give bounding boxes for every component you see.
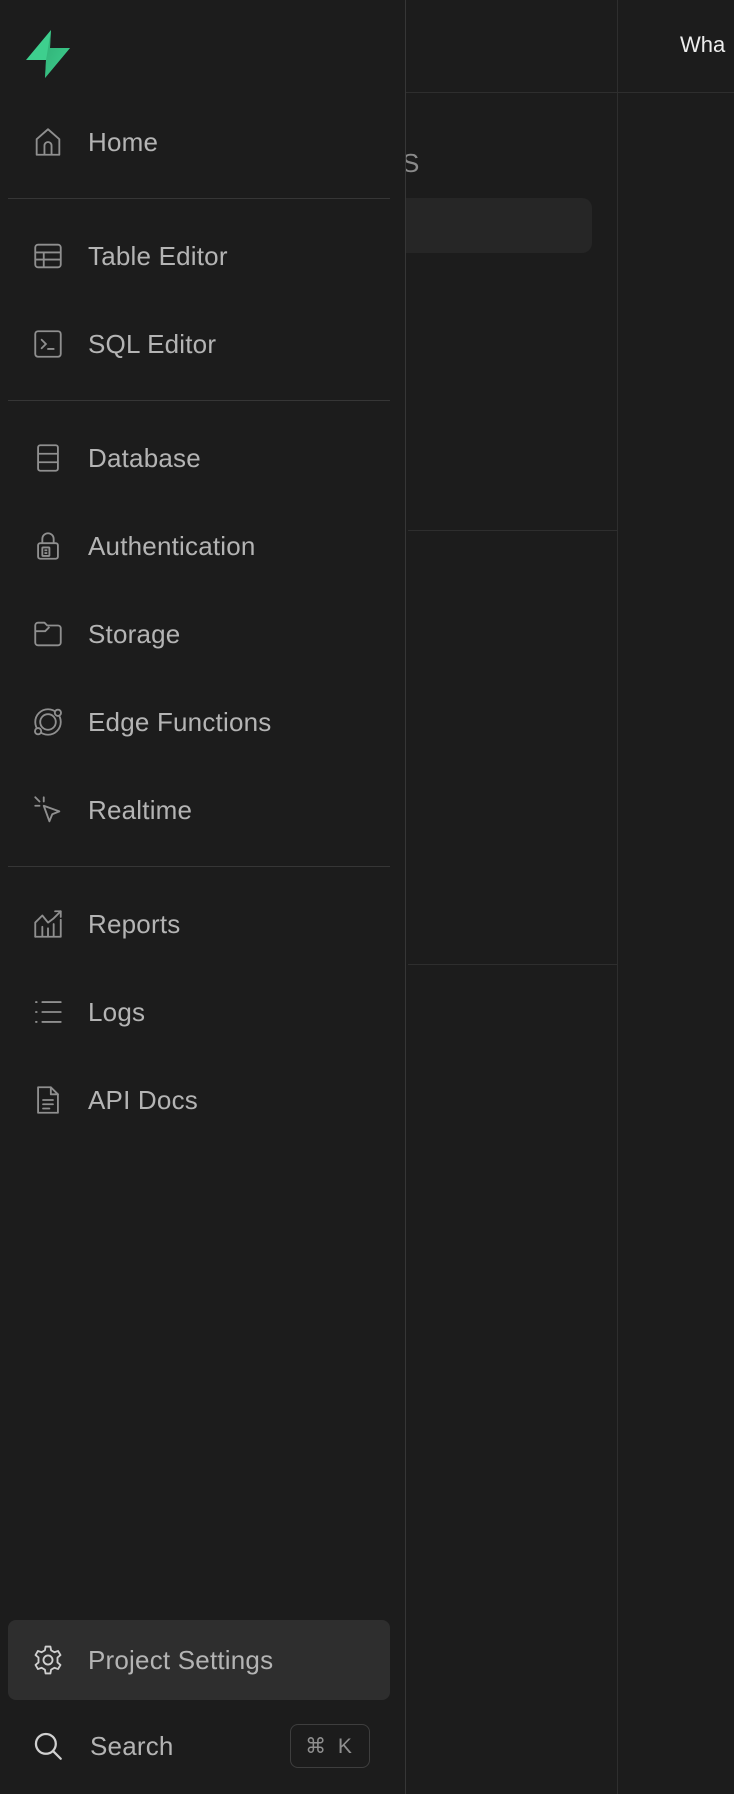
sidebar-item-authentication[interactable]: Authentication xyxy=(8,510,390,582)
sidebar-item-api-docs[interactable]: API Docs xyxy=(8,1064,390,1136)
sidebar-item-project-settings[interactable]: Project Settings xyxy=(8,1620,390,1700)
chart-icon xyxy=(30,906,66,942)
search-shortcut-badge: ⌘ K xyxy=(290,1724,370,1768)
sidebar-item-table-editor[interactable]: Table Editor xyxy=(8,220,390,292)
sidebar-item-label: Home xyxy=(88,126,159,157)
sidebar-item-storage[interactable]: Storage xyxy=(8,598,390,670)
sidebar-item-label: Realtime xyxy=(88,794,193,825)
sidebar-divider xyxy=(8,198,390,199)
lock-icon xyxy=(30,528,66,564)
background-divider xyxy=(617,0,618,1794)
sidebar-item-edge-functions[interactable]: Edge Functions xyxy=(8,686,390,758)
sidebar-item-database[interactable]: Database xyxy=(8,422,390,494)
sidebar-item-home[interactable]: Home xyxy=(8,106,390,178)
whats-new-text[interactable]: Wha xyxy=(680,32,725,58)
sidebar-item-label: API Docs xyxy=(88,1084,198,1115)
orbit-icon xyxy=(30,704,66,740)
sidebar-item-label: Storage xyxy=(88,618,181,649)
sidebar-item-label: Logs xyxy=(88,996,146,1027)
sidebar-item-label: SQL Editor xyxy=(88,328,217,359)
screen: Wha S Home Table Editor SQL Editor Datab… xyxy=(0,0,734,1794)
terminal-icon xyxy=(30,326,66,362)
sidebar-item-label: Reports xyxy=(88,908,181,939)
home-icon xyxy=(30,124,66,160)
table-icon xyxy=(30,238,66,274)
list-icon xyxy=(30,994,66,1030)
search-icon xyxy=(30,1728,66,1764)
sidebar-divider xyxy=(8,866,390,867)
background-section-divider xyxy=(408,530,618,531)
gear-icon xyxy=(30,1642,66,1678)
database-icon xyxy=(30,440,66,476)
sidebar-item-sql-editor[interactable]: SQL Editor xyxy=(8,308,390,380)
sidebar-item-label: Table Editor xyxy=(88,240,228,271)
sidebar-item-label: Authentication xyxy=(88,530,256,561)
supabase-logo-icon xyxy=(26,30,70,78)
supabase-logo[interactable] xyxy=(22,28,74,80)
sidebar-item-label: Edge Functions xyxy=(88,706,272,737)
pointer-icon xyxy=(30,792,66,828)
document-icon xyxy=(30,1082,66,1118)
background-input[interactable] xyxy=(380,198,592,253)
sidebar-item-reports[interactable]: Reports xyxy=(8,888,390,960)
sidebar: Home Table Editor SQL Editor Database Au… xyxy=(0,0,406,1794)
sidebar-item-label: Database xyxy=(88,442,201,473)
background-section-divider xyxy=(408,964,618,965)
sidebar-item-realtime[interactable]: Realtime xyxy=(8,774,390,846)
sidebar-item-label: Project Settings xyxy=(88,1644,274,1675)
search-label: Search xyxy=(90,1730,174,1761)
sidebar-item-logs[interactable]: Logs xyxy=(8,976,390,1048)
sidebar-divider xyxy=(8,400,390,401)
folder-icon xyxy=(30,616,66,652)
